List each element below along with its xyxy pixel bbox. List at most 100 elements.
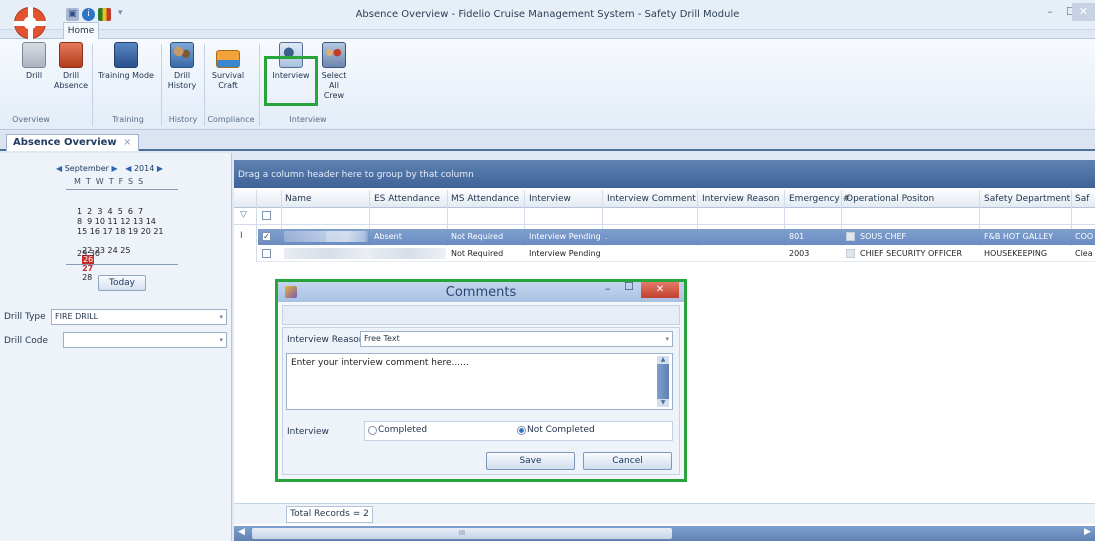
saf-cell: COO [1075,232,1094,241]
window-title: Absence Overview - Fidelio Cruise Manage… [355,9,740,20]
scroll-thumb[interactable]: III [252,528,672,539]
column-header[interactable]: MS Attendance [451,194,519,204]
row-checkbox[interactable] [262,249,271,258]
chevron-down-icon: ▾ [665,335,669,343]
saf-cell: Clea [1075,249,1093,258]
drill-history-label-1: Drill [173,71,191,80]
row-indicator-icon: I [240,231,243,241]
safety-department-cell: F&B HOT GALLEY [984,232,1054,241]
clipboard-red-icon [59,42,83,68]
table-row[interactable]: ✓ Absent Not Required Interview Pending … [258,229,1095,245]
prev-year-icon[interactable]: ◀ [125,164,131,173]
filter-row[interactable] [234,208,1095,225]
calendar-year[interactable]: 2014 [134,164,154,173]
calendar-divider [66,189,178,190]
calendar-divider [66,264,178,265]
column-header[interactable]: Interview [529,194,571,204]
tab-absence-overview[interactable]: Absence Overview × [6,134,139,151]
calendar-month[interactable]: September [65,164,109,173]
ribbon-separator [204,44,205,126]
calendar-week[interactable]: 8 9 10 11 12 13 14 [77,217,156,226]
group-compliance: Compliance [207,115,255,124]
cancel-button[interactable]: Cancel [583,452,672,470]
survival-craft-button[interactable]: Survival Craft [208,42,248,91]
group-overview: Overview [12,115,50,124]
training-mode-button[interactable]: Training Mode [96,42,156,81]
es-attendance-redacted [370,248,446,259]
tab-home[interactable]: Home [63,22,99,39]
survival-craft-label-2: Craft [218,81,238,90]
drill-absence-label-1: Drill [62,71,80,80]
safety-department-cell: HOUSEKEEPING [984,249,1048,258]
es-attendance-cell: Absent [374,232,402,241]
next-month-icon[interactable]: ▶ [111,164,117,173]
ribbon-separator [161,44,162,126]
column-header[interactable]: Saf [1075,194,1089,204]
emergency-cell: 2003 [789,249,810,258]
group-by-panel[interactable]: Drag a column header here to group by th… [234,160,1095,188]
drill-code-label: Drill Code [4,336,49,346]
select-all-crew-button[interactable]: Select All Crew [318,42,350,101]
interview-comment-input[interactable]: Enter your interview comment here...... [286,353,673,410]
radio-not-completed[interactable] [517,426,526,435]
group-training: Training [112,115,144,124]
save-button[interactable]: Save [486,452,575,470]
calendar-day-highlight[interactable]: 27 [82,264,93,273]
column-header[interactable]: Name [285,194,312,204]
column-header[interactable]: Safety Department [984,194,1070,204]
select-all-crew-label-2: All Crew [323,81,345,100]
app-logo-icon[interactable] [14,7,46,39]
column-header[interactable]: ES Attendance [374,194,440,204]
drill-button-label: Drill [25,71,43,80]
name-redacted [326,231,366,242]
select-all-checkbox[interactable] [262,211,271,220]
close-button[interactable]: ✕ [1072,3,1095,21]
interview-reason-value: Free Text [364,334,400,343]
calendar-week[interactable]: 15 16 17 18 19 20 21 [77,227,164,236]
drill-code-select[interactable]: ▾ [63,332,227,348]
interview-cell: Interview Pending [529,249,601,258]
calendar-week[interactable]: 1 2 3 4 5 6 7 [77,207,143,216]
column-header[interactable]: Interview Reason [702,194,780,204]
dialog-maximize-button[interactable]: ☐ [624,280,634,293]
drill-absence-button[interactable]: Drill Absence [51,42,91,91]
dialog-close-button[interactable]: ✕ [641,282,679,298]
drill-history-button[interactable]: Drill History [165,42,199,91]
column-header[interactable]: Interview Comment [607,194,696,204]
scroll-up-icon[interactable]: ▲ [657,356,669,364]
radio-completed-label[interactable]: Completed [378,425,427,435]
drill-type-select[interactable]: FIRE DRILL ▾ [51,309,227,325]
scroll-right-icon[interactable]: ▶ [1084,527,1091,537]
calendar-week[interactable]: 29 30 [77,249,100,258]
dialog-toolbar-band [282,305,680,325]
filter-icon[interactable]: ▽ [240,210,247,220]
document-tab-strip [0,131,1095,151]
column-header[interactable]: Operational Positon [846,194,934,204]
drill-type-value: FIRE DRILL [55,312,99,321]
radio-completed[interactable] [368,426,377,435]
calendar-weekdays: MTWTFSS [74,177,149,186]
today-button[interactable]: Today [98,275,146,291]
interview-reason-label: Interview Reason [287,335,365,345]
ribbon-separator [259,44,260,126]
scroll-left-icon[interactable]: ◀ [238,527,245,537]
training-mode-label: Training Mode [98,71,154,80]
name-redacted [284,248,374,259]
scroll-down-icon[interactable]: ▼ [657,399,669,407]
drill-button[interactable]: Drill [22,42,46,81]
row-checkbox[interactable]: ✓ [262,232,271,241]
dialog-minimize-button[interactable]: – [605,282,611,295]
calendar-days[interactable]: 28 [82,273,92,282]
radio-not-completed-label[interactable]: Not Completed [527,425,595,435]
select-all-crew-label-1: Select [321,71,347,80]
drill-type-label: Drill Type [4,312,46,322]
drill-absence-label-2: Absence [53,81,89,90]
interview-reason-select[interactable]: Free Text ▾ [360,331,673,347]
interview-cell: Interview Pending [529,232,601,241]
chevron-down-icon: ▾ [219,313,223,321]
tab-close-icon[interactable]: × [123,137,131,148]
prev-month-icon[interactable]: ◀ [56,164,62,173]
table-row[interactable]: Not Required Interview Pending 2003 CHIE… [258,246,1095,262]
next-year-icon[interactable]: ▶ [157,164,163,173]
history-people-icon [170,42,194,68]
